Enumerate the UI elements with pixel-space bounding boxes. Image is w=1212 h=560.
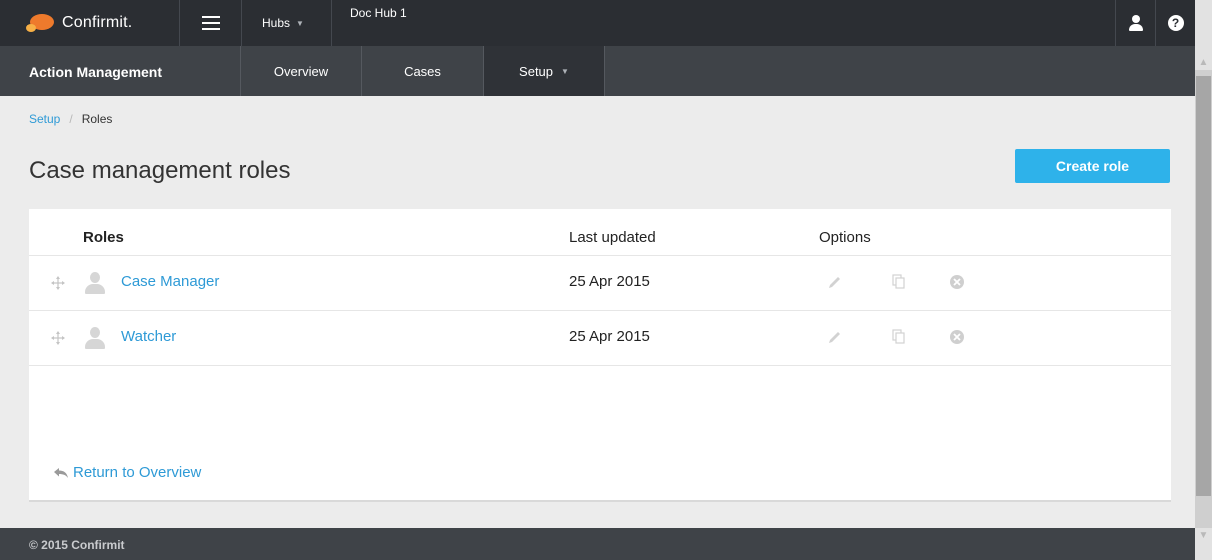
user-icon [1128, 15, 1143, 31]
delete-circle-icon [950, 330, 964, 344]
table-row: Watcher 25 Apr 2015 [29, 310, 1171, 365]
hubs-label: Hubs [262, 16, 291, 30]
column-header-last-updated: Last updated [569, 229, 656, 246]
breadcrumb: Setup / Roles [29, 112, 112, 126]
role-name-link[interactable]: Case Manager [121, 273, 219, 290]
caret-down-icon: ▼ [561, 66, 569, 76]
help-icon: ? [1167, 15, 1184, 31]
help-button[interactable]: ? [1155, 0, 1195, 46]
breadcrumb-setup-link[interactable]: Setup [29, 112, 60, 126]
role-person-icon [85, 327, 105, 349]
vertical-scrollbar[interactable]: ▲ ▼ [1195, 0, 1212, 560]
role-last-updated: 25 Apr 2015 [569, 328, 650, 345]
scroll-thumb[interactable] [1196, 76, 1211, 496]
copy-icon [892, 329, 905, 344]
table-row: Case Manager 25 Apr 2015 [29, 255, 1171, 310]
brand[interactable]: Confirmit. [0, 0, 180, 46]
hamburger-icon [201, 16, 220, 30]
confirmit-logo-icon [26, 13, 54, 33]
column-header-options: Options [819, 229, 871, 246]
drag-handle-icon[interactable] [51, 331, 65, 345]
create-role-button[interactable]: Create role [1015, 149, 1170, 183]
page-title: Case management roles [29, 157, 291, 184]
copy-icon [892, 274, 905, 289]
copy-role-button[interactable] [889, 272, 909, 292]
tab-cases[interactable]: Cases [362, 46, 484, 96]
role-person-icon [85, 272, 105, 294]
menu-button[interactable] [180, 0, 242, 46]
delete-role-button[interactable] [947, 327, 967, 347]
breadcrumb-separator: / [69, 112, 73, 126]
brand-name: Confirmit. [62, 14, 133, 31]
pencil-icon [829, 277, 840, 288]
tab-overview-label: Overview [273, 63, 329, 79]
tab-setup[interactable]: Setup ▼ [484, 46, 605, 96]
copyright-text: © 2015 Confirmit [29, 538, 125, 552]
breadcrumb-current: Roles [81, 112, 113, 126]
top-bar: Confirmit. Hubs ▼ Doc Hub 1 ? [0, 0, 1195, 46]
role-last-updated: 25 Apr 2015 [569, 273, 650, 290]
tab-overview[interactable]: Overview [241, 46, 362, 96]
app-title: Action Management [0, 46, 241, 96]
scroll-up-icon[interactable]: ▲ [1195, 0, 1212, 70]
footer: © 2015 Confirmit [0, 528, 1195, 560]
column-header-roles: Roles [83, 229, 124, 246]
current-hub-name: Doc Hub 1 [350, 6, 407, 20]
drag-handle-icon[interactable] [51, 276, 65, 290]
return-arrow-icon [54, 467, 68, 478]
role-name-link[interactable]: Watcher [121, 328, 176, 345]
table-divider [29, 365, 1171, 366]
return-link-label: Return to Overview [73, 464, 202, 481]
app-navigation: Action Management Overview Cases Setup ▼ [0, 46, 1195, 96]
caret-down-icon: ▼ [296, 18, 304, 28]
scroll-down-icon[interactable]: ▼ [1195, 528, 1212, 560]
edit-role-button[interactable] [825, 272, 845, 292]
tab-setup-label: Setup [519, 63, 554, 79]
roles-panel: Roles Last updated Options Case Manager … [29, 209, 1171, 502]
user-menu-button[interactable] [1115, 0, 1155, 46]
pencil-icon [829, 332, 840, 343]
edit-role-button[interactable] [825, 327, 845, 347]
delete-circle-icon [950, 275, 964, 289]
return-to-overview-link[interactable]: Return to Overview [53, 464, 201, 481]
delete-role-button[interactable] [947, 272, 967, 292]
hubs-dropdown[interactable]: Hubs ▼ [242, 0, 332, 46]
copy-role-button[interactable] [889, 327, 909, 347]
tab-cases-label: Cases [404, 63, 441, 79]
